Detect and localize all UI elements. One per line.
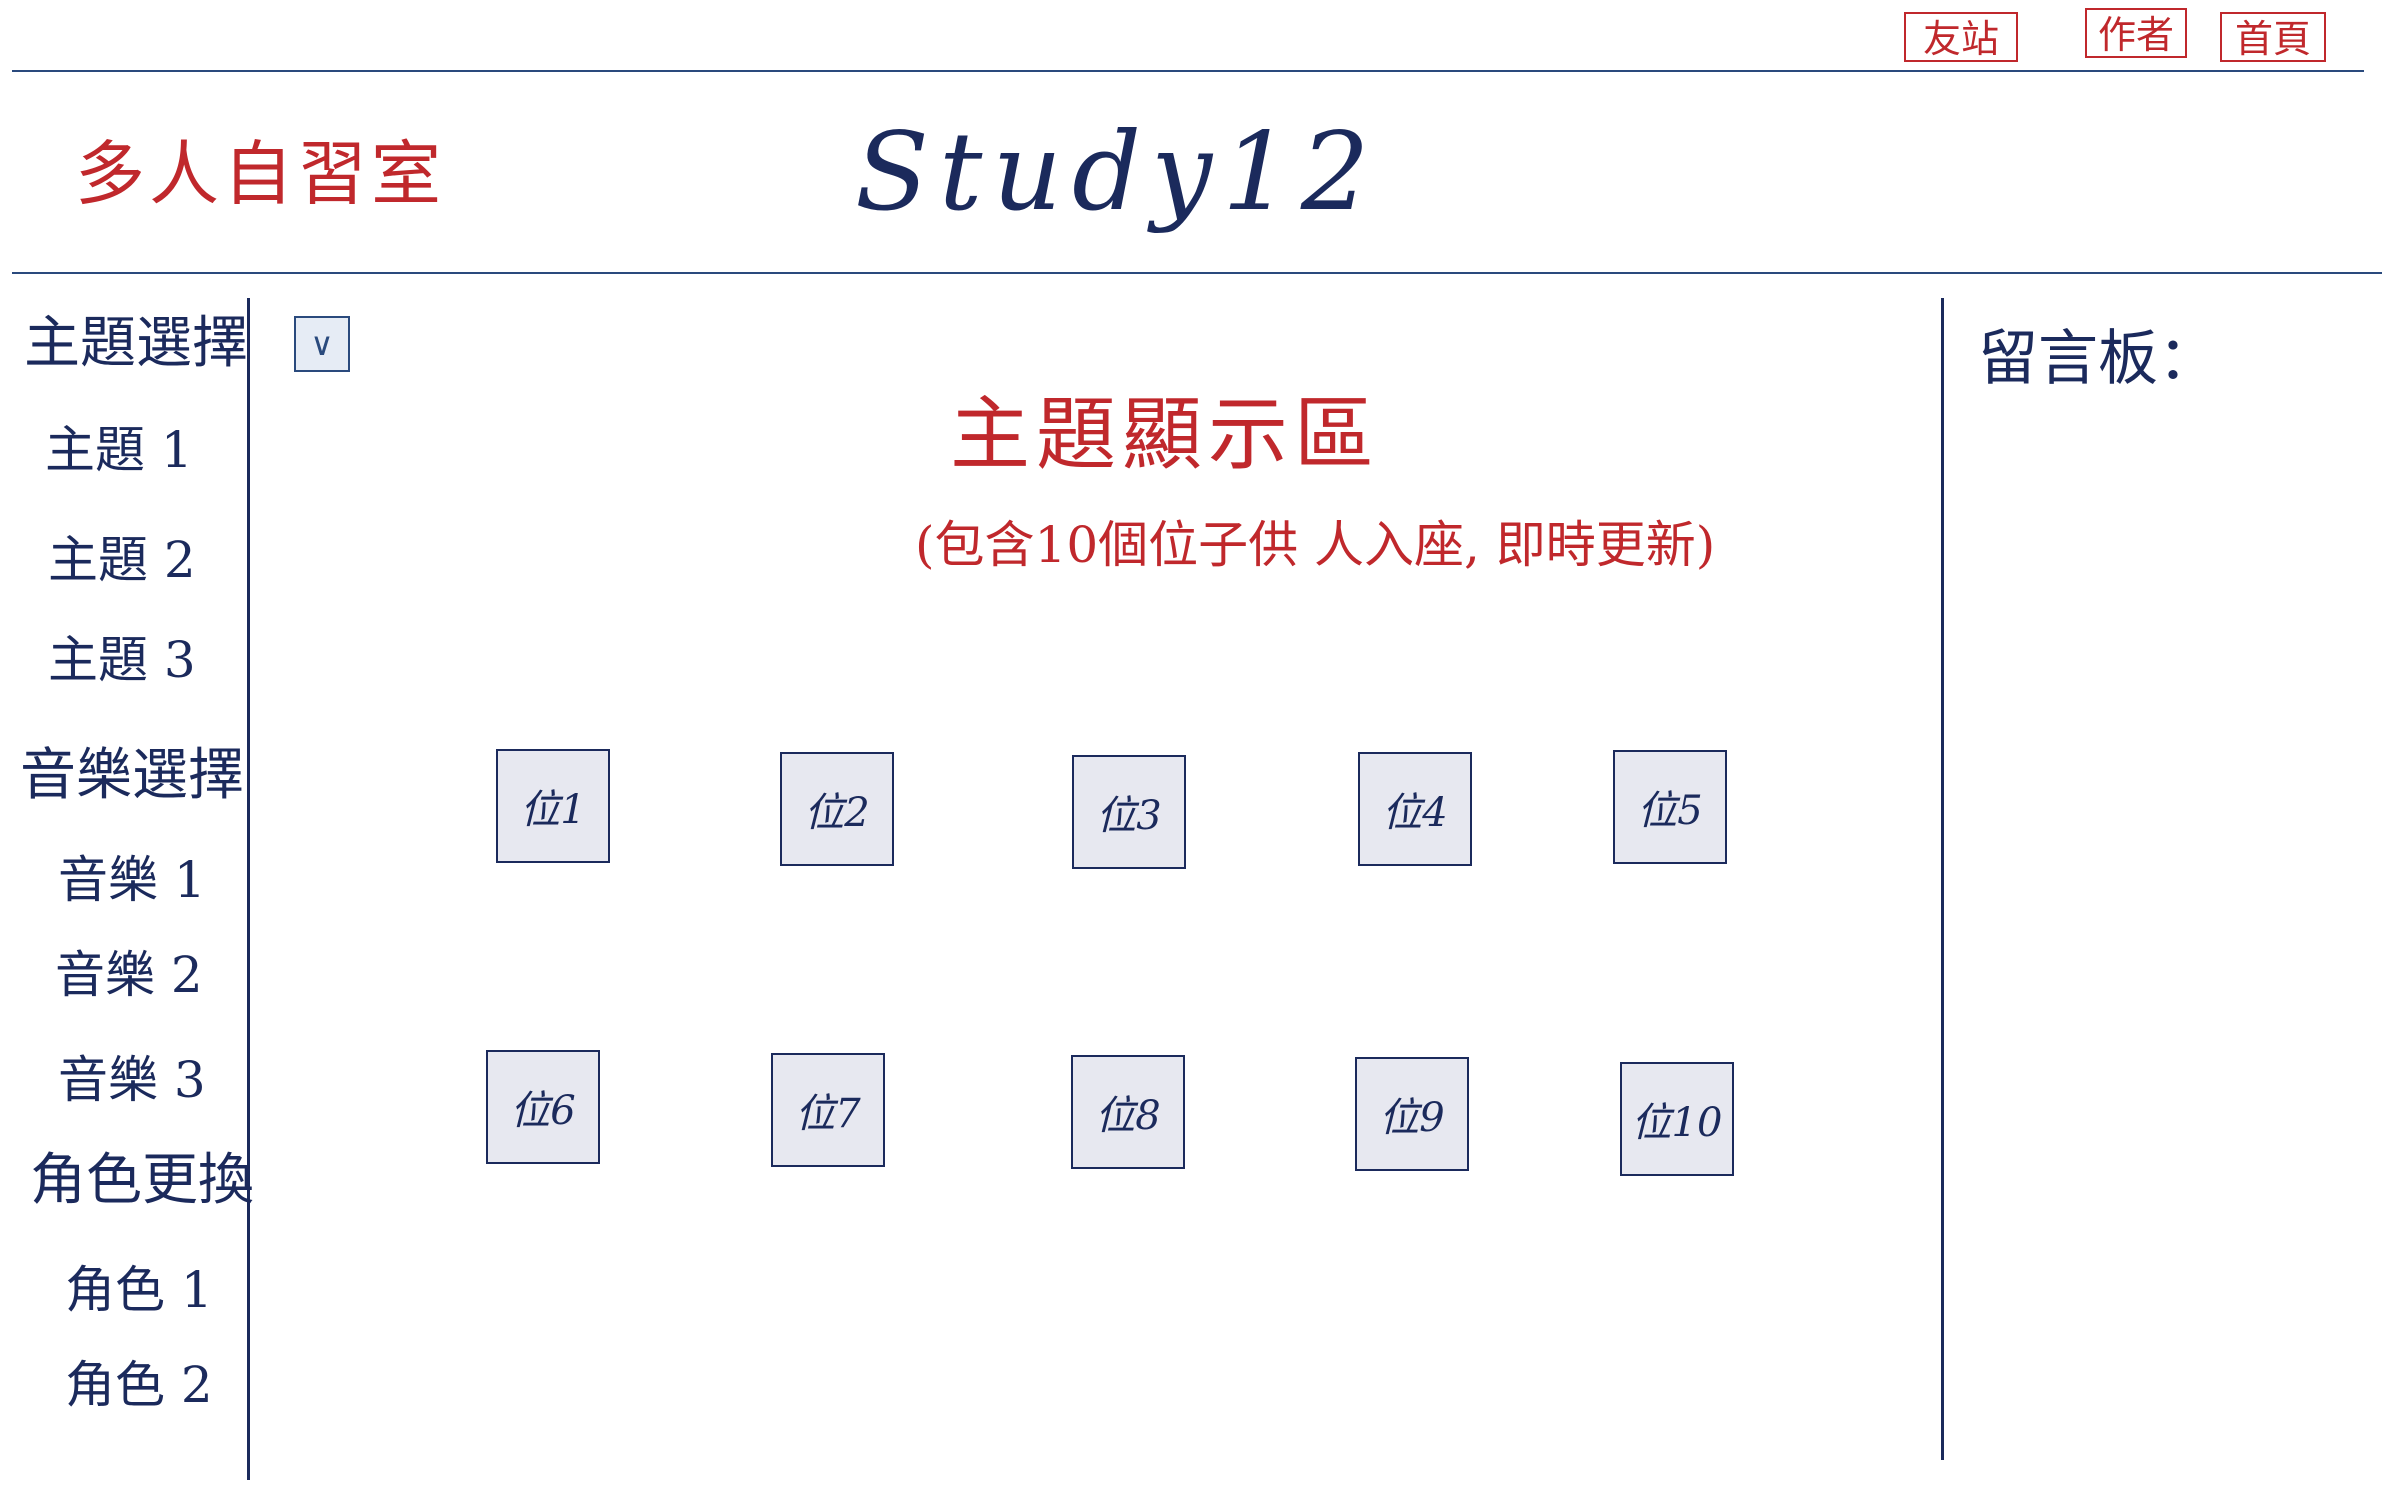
message-board-label: 留言板：	[1978, 324, 2218, 394]
sidebar-divider	[247, 298, 250, 1480]
sidebar-item-music-1[interactable]: 音樂 1	[58, 840, 206, 912]
seat-7[interactable]: 位7	[771, 1053, 885, 1167]
seat-8[interactable]: 位8	[1071, 1055, 1185, 1169]
sidebar-item-role-1[interactable]: 角色 1	[65, 1250, 213, 1322]
sidebar-item-topic-1[interactable]: 主題 1	[45, 410, 193, 482]
seat-5[interactable]: 位5	[1613, 750, 1727, 864]
topic-display-note: (包含10個位子供 人入座, 即時更新)	[915, 516, 1716, 574]
nav-home-link[interactable]: 首頁	[2220, 12, 2326, 62]
seat-3[interactable]: 位3	[1072, 755, 1186, 869]
seat-4[interactable]: 位4	[1358, 752, 1472, 866]
sidebar-item-music-3[interactable]: 音樂 3	[58, 1040, 206, 1112]
message-board-divider	[1941, 298, 1944, 1460]
header-top-divider	[12, 70, 2364, 72]
music-select-heading: 音樂選擇	[20, 743, 244, 808]
sidebar-item-music-2[interactable]: 音樂 2	[55, 935, 203, 1007]
sidebar-item-topic-3[interactable]: 主題 3	[48, 620, 196, 692]
header-bottom-divider	[12, 272, 2382, 274]
seat-2[interactable]: 位2	[780, 752, 894, 866]
chevron-down-icon: ∨	[310, 325, 334, 363]
sidebar-item-role-2[interactable]: 角色 2	[65, 1345, 213, 1417]
seat-9[interactable]: 位9	[1355, 1057, 1469, 1171]
site-title: Study12	[855, 110, 1380, 235]
brand-name: 多人自習室	[75, 133, 445, 215]
seat-1[interactable]: 位1	[496, 749, 610, 863]
topic-display-title: 主題顯示區	[950, 388, 1380, 481]
nav-friend-sites-link[interactable]: 友站	[1904, 12, 2018, 62]
seat-6[interactable]: 位6	[486, 1050, 600, 1164]
role-change-heading: 角色更換	[30, 1148, 254, 1213]
nav-author-link[interactable]: 作者	[2085, 8, 2187, 58]
topic-dropdown-toggle[interactable]: ∨	[294, 316, 350, 372]
topic-select-heading: 主題選擇	[24, 311, 248, 376]
sidebar-item-topic-2[interactable]: 主題 2	[48, 520, 196, 592]
seat-10[interactable]: 位10	[1620, 1062, 1734, 1176]
